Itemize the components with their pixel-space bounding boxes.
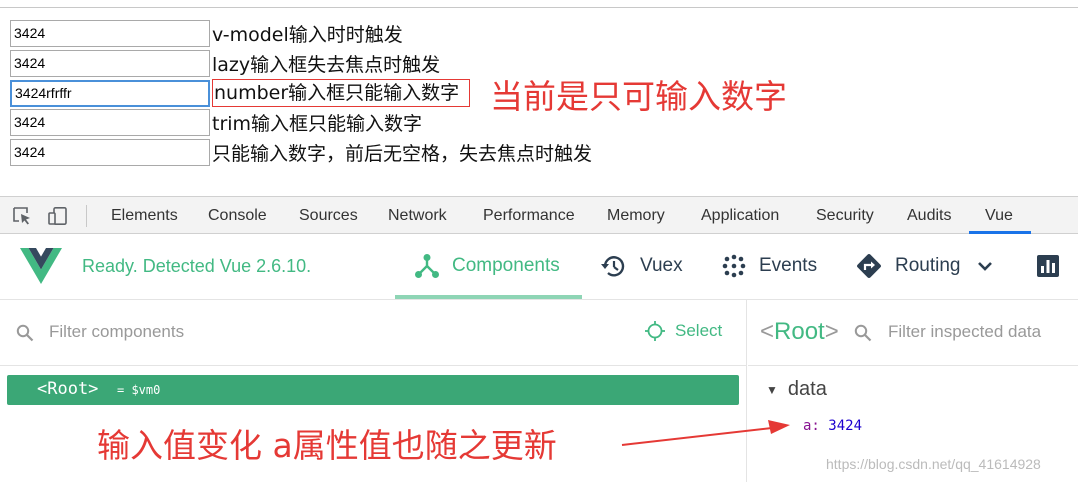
tab-audits[interactable]: Audits: [907, 197, 951, 234]
inspector-pane: <Root> Filter inspected data ▼ data a: 3…: [748, 300, 1078, 482]
components-pane: Filter components Select <Root> = $vm0 输…: [0, 300, 747, 482]
search-icon: [854, 324, 872, 342]
vue-devtools-header: Ready. Detected Vue 2.6.10. Components V…: [0, 234, 1078, 300]
inspector-header: <Root> Filter inspected data: [748, 300, 1078, 366]
trim-label: trim输入框只能输入数字: [212, 112, 423, 135]
tab-performance[interactable]: Performance: [483, 197, 575, 234]
demo-row-number: number输入框只能输入数字: [10, 79, 471, 107]
root-component-tag: <Root>: [37, 379, 99, 399]
combined-input[interactable]: [10, 138, 210, 166]
tab-application[interactable]: Application: [701, 197, 779, 234]
property-value[interactable]: 3424: [828, 418, 862, 434]
select-label: Select: [675, 321, 723, 340]
watermark: https://blog.csdn.net/qq_41614928: [826, 456, 1041, 472]
data-section-label: data: [787, 378, 827, 400]
lazy-input[interactable]: [10, 49, 210, 77]
nav-routing-label: Routing: [895, 255, 961, 276]
component-tree-root-row[interactable]: <Root> = $vm0: [7, 375, 739, 405]
data-section-header[interactable]: ▼ data: [766, 378, 827, 401]
vmodel-label: v-model输入时时触发: [212, 23, 403, 46]
annotation-number-only: 当前是只可输入数字: [490, 77, 787, 116]
select-component-button[interactable]: Select: [645, 321, 722, 341]
number-input[interactable]: [10, 79, 210, 107]
annotation-value-updates: 输入值变化 a属性值也随之更新: [97, 426, 557, 465]
filter-components-bar: Filter components Select: [0, 300, 747, 366]
caret-down-icon: ▼: [766, 382, 778, 397]
number-label: number输入框只能输入数字: [212, 79, 471, 107]
title-bracket-close: >: [824, 318, 839, 345]
nav-active-indicator: [395, 295, 582, 299]
chevron-down-icon[interactable]: [975, 256, 995, 276]
events-icon: [722, 254, 746, 278]
tab-console[interactable]: Console: [208, 197, 267, 234]
tab-security[interactable]: Security: [816, 197, 874, 234]
inspected-component-title: <Root>: [760, 318, 839, 346]
device-toolbar-icon[interactable]: [48, 207, 68, 225]
demo-row-lazy: lazy输入框失去焦点时触发: [10, 49, 440, 77]
page-divider: [0, 7, 1078, 8]
trim-input[interactable]: [10, 108, 210, 136]
components-icon: [415, 254, 439, 278]
nav-routing[interactable]: Routing: [855, 234, 995, 298]
title-bracket-open: <: [760, 318, 775, 345]
toolbar-separator: [86, 205, 87, 227]
title-name: Root: [774, 318, 825, 345]
tab-elements[interactable]: Elements: [111, 197, 178, 234]
target-icon: [645, 321, 665, 341]
devtools-tab-bar: Elements Console Sources Network Perform…: [0, 196, 1078, 234]
history-icon: [601, 256, 625, 277]
performance-chart-icon[interactable]: [1037, 255, 1059, 277]
nav-events[interactable]: Events: [721, 234, 817, 298]
page: v-model输入时时触发 lazy输入框失去焦点时触发 number输入框只能…: [0, 0, 1078, 482]
nav-components-label: Components: [452, 255, 560, 276]
nav-vuex-label: Vuex: [640, 255, 683, 276]
root-vm-ref: = $vm0: [117, 383, 161, 397]
tab-vue[interactable]: Vue: [985, 197, 1013, 234]
combined-label: 只能输入数字，前后无空格，失去焦点时触发: [212, 142, 593, 165]
property-key: a:: [803, 418, 820, 434]
tab-network[interactable]: Network: [388, 197, 447, 234]
routing-icon: [857, 254, 881, 278]
nav-events-label: Events: [759, 255, 818, 276]
lazy-label: lazy输入框失去焦点时触发: [212, 53, 441, 76]
search-icon: [16, 324, 34, 342]
demo-row-trim: trim输入框只能输入数字: [10, 108, 422, 136]
demo-row-combined: 只能输入数字，前后无空格，失去焦点时触发: [10, 138, 592, 166]
data-property-row[interactable]: a: 3424: [803, 418, 862, 434]
filter-inspected-input[interactable]: Filter inspected data: [888, 322, 1041, 342]
demo-row-vmodel: v-model输入时时触发: [10, 19, 403, 47]
vue-logo-icon: [20, 248, 62, 284]
filter-components-input[interactable]: Filter components: [49, 322, 184, 342]
tab-sources[interactable]: Sources: [299, 197, 358, 234]
nav-vuex[interactable]: Vuex: [600, 234, 683, 298]
vmodel-input[interactable]: [10, 19, 210, 47]
tab-memory[interactable]: Memory: [607, 197, 665, 234]
nav-components[interactable]: Components: [414, 234, 560, 298]
inspect-element-icon[interactable]: [13, 207, 33, 225]
vue-status-text: Ready. Detected Vue 2.6.10.: [82, 256, 312, 276]
